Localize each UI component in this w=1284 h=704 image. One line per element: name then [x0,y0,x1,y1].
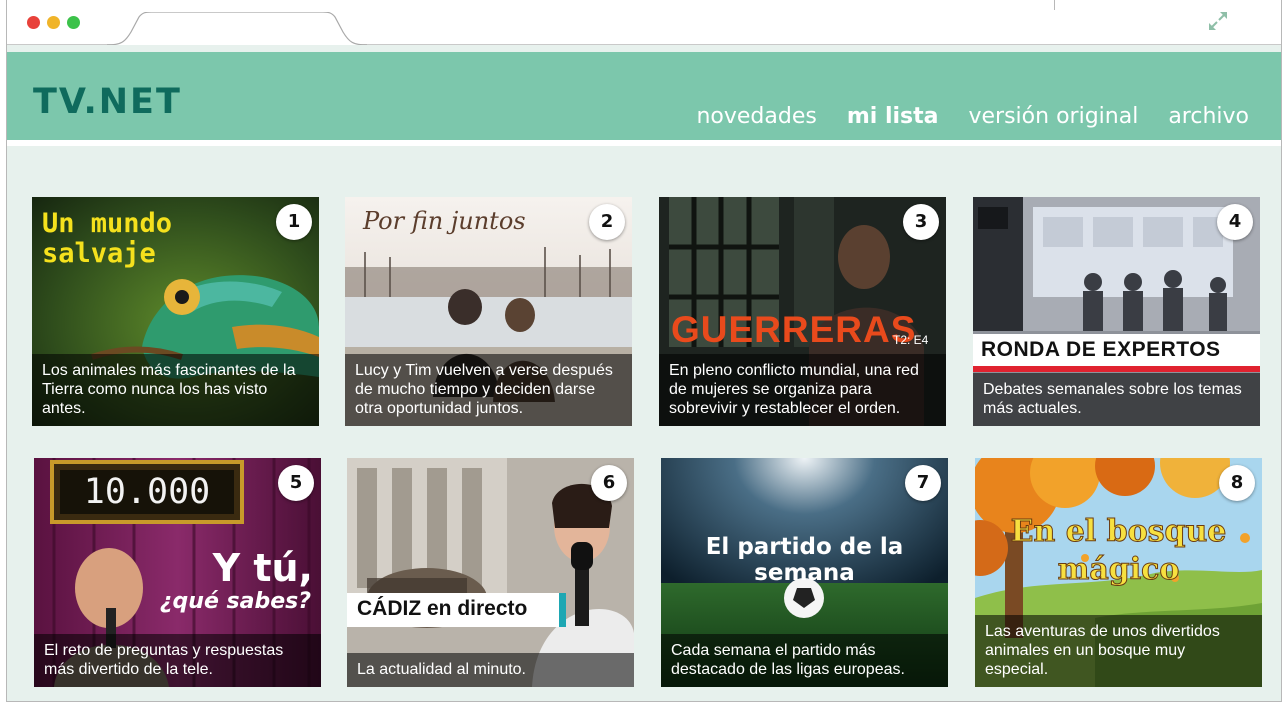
show-title-line1: En el bosque [1010,514,1227,550]
card-number-badge: 3 [903,204,939,240]
scoreboard-value: 10.000 [83,472,211,512]
show-description: Las aventuras de unos divertidos animale… [975,615,1262,687]
show-description: En pleno conflicto mundial, una red de m… [659,354,946,426]
nav-mi-lista[interactable]: mi lista [847,104,939,129]
show-description: La actualidad al minuto. [347,653,634,687]
show-description: Debates semanales sobre los temas más ac… [973,373,1260,426]
show-card-el-partido-de-la-semana[interactable]: El partido de la semana 7 Cada semana el… [661,458,948,687]
expand-icon[interactable] [1207,10,1229,32]
show-title: CÁDIZ en directo [357,597,528,620]
card-number-badge: 5 [278,465,314,501]
title-accent [559,593,566,627]
site-header: TV.NET novedades mi lista versión origin… [7,52,1281,140]
show-title-line2: ¿qué sabes? [159,589,311,614]
header-divider [7,140,1281,146]
main-nav: novedades mi lista versión original arch… [696,104,1249,129]
card-number-badge: 1 [276,204,312,240]
show-card-un-mundo-salvaje[interactable]: Un mundo salvaje 1 Los animales más fasc… [32,197,319,426]
browser-titlebar [7,0,1281,45]
close-window-icon[interactable] [27,16,40,29]
nav-version-original[interactable]: versión original [969,104,1139,129]
card-number-badge: 4 [1217,204,1253,240]
card-number-badge: 8 [1219,465,1255,501]
show-description: Los animales más fascinantes de la Tierr… [32,354,319,426]
show-title: Un mundo salvaje [42,208,173,269]
window-divider [1054,0,1055,10]
show-card-guerreras[interactable]: GUERRERAS T2: E4 3 En pleno conflicto mu… [659,197,946,426]
show-card-cadiz-en-directo[interactable]: CÁDIZ en directo 6 La actualidad al minu… [347,458,634,687]
site-logo[interactable]: TV.NET [33,82,182,122]
episode-label: T2: E4 [893,333,929,347]
show-title: El partido de la semana [705,534,904,586]
show-card-y-tu-que-sabes[interactable]: 10.000 Y tú, ¿qué sabes? 5 El reto de pr… [34,458,321,687]
show-description: Lucy y Tim vuelven a verse después de mu… [345,354,632,426]
show-title: Por fin juntos [363,207,526,235]
nav-archivo[interactable]: archivo [1168,104,1249,129]
minimize-window-icon[interactable] [47,16,60,29]
show-title-line2: mágico [1057,552,1180,588]
card-number-badge: 2 [589,204,625,240]
maximize-window-icon[interactable] [67,16,80,29]
show-card-ronda-de-expertos[interactable]: RONDA DE EXPERTOS 4 Debates semanales so… [973,197,1260,426]
show-title-line1: Y tú, [212,546,313,590]
show-description: Cada semana el partido más destacado de … [661,634,948,687]
show-description: El reto de preguntas y respuestas más di… [34,634,321,687]
browser-tab[interactable] [107,12,367,45]
show-card-por-fin-juntos[interactable]: Por fin juntos 2 Lucy y Tim vuelven a ve… [345,197,632,426]
card-number-badge: 7 [905,465,941,501]
show-card-en-el-bosque-magico[interactable]: En el bosque mágico 8 Las aventuras de u… [975,458,1262,687]
show-title: RONDA DE EXPERTOS [981,338,1221,361]
card-number-badge: 6 [591,465,627,501]
nav-novedades[interactable]: novedades [696,104,816,129]
show-title: GUERRERAS [671,309,917,350]
